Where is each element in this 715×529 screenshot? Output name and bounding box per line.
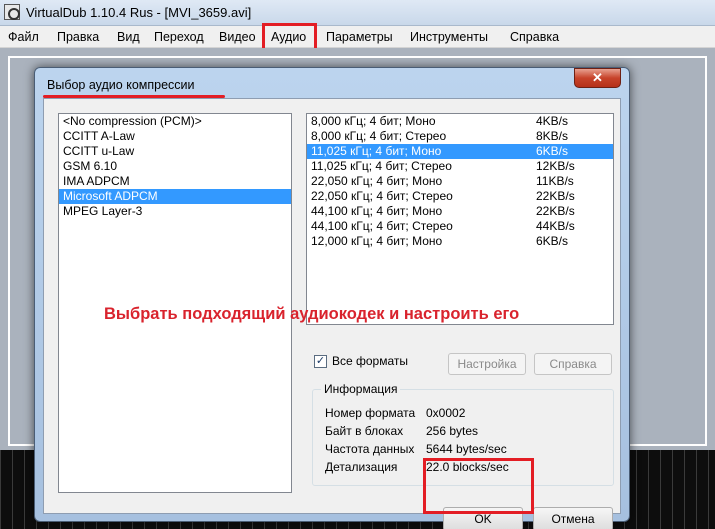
app-titlebar: VirtualDub 1.10.4 Rus - [MVI_3659.avi] bbox=[0, 0, 715, 26]
data-rate-value: 5644 bytes/sec bbox=[426, 442, 507, 456]
attribute-label: 11,025 кГц; 4 бит; Моно bbox=[311, 144, 442, 158]
configure-button[interactable]: Настройка bbox=[448, 353, 526, 375]
attribute-label: 12,000 кГц; 4 бит; Моно bbox=[311, 234, 443, 248]
dialog-title: Выбор аудио компрессии bbox=[47, 78, 195, 92]
attribute-list-item[interactable]: 8,000 кГц; 4 бит; Стерео 8KB/s bbox=[307, 129, 613, 144]
all-formats-label: Все форматы bbox=[332, 354, 409, 368]
attribute-list-item[interactable]: 11,025 кГц; 4 бит; Моно 6KB/s bbox=[307, 144, 613, 159]
attribute-list[interactable]: 8,000 кГц; 4 бит; Моно 4KB/s 8,000 кГц; 4 … bbox=[306, 113, 614, 325]
info-group-title: Информация bbox=[321, 382, 401, 396]
attribute-label: 44,100 кГц; 4 бит; Моно bbox=[311, 204, 443, 218]
attribute-rate: 8KB/s bbox=[536, 129, 569, 143]
data-rate-label: Частота данных bbox=[325, 442, 415, 456]
menu-bar: Файл Правка Вид Переход Видео Аудио Пара… bbox=[0, 26, 715, 48]
menu-file[interactable]: Файл bbox=[8, 30, 39, 44]
format-list-item[interactable]: CCITT A-Law bbox=[59, 129, 291, 144]
attribute-rate: 6KB/s bbox=[536, 234, 569, 248]
attribute-rate: 11KB/s bbox=[536, 174, 574, 188]
menu-go[interactable]: Переход bbox=[154, 30, 204, 44]
attribute-rate: 22KB/s bbox=[536, 204, 575, 218]
format-list-item[interactable]: Microsoft ADPCM bbox=[59, 189, 291, 204]
ok-button-highlight bbox=[423, 458, 534, 514]
menu-help[interactable]: Справка bbox=[510, 30, 559, 44]
format-list[interactable]: <No compression (PCM)> CCITT A-Law CCITT u… bbox=[58, 113, 292, 493]
menu-edit[interactable]: Правка bbox=[57, 30, 99, 44]
format-list-item[interactable]: CCITT u-Law bbox=[59, 144, 291, 159]
menu-tools[interactable]: Инструменты bbox=[410, 30, 488, 44]
granularity-label: Детализация bbox=[325, 460, 398, 474]
format-list-item[interactable]: IMA ADPCM bbox=[59, 174, 291, 189]
audio-compression-dialog: Выбор аудио компрессии ✕ <No compression… bbox=[34, 67, 630, 529]
attribute-label: 11,025 кГц; 4 бит; Стерео bbox=[311, 159, 452, 173]
all-formats-checkbox[interactable]: ✓ bbox=[314, 355, 327, 368]
format-number-value: 0x0002 bbox=[426, 406, 466, 420]
attribute-rate: 44KB/s bbox=[536, 219, 575, 233]
attribute-label: 44,100 кГц; 4 бит; Стерео bbox=[311, 219, 453, 233]
annotation-text: Выбрать подходящий аудиокодек и настроит… bbox=[104, 305, 520, 323]
app-title: VirtualDub 1.10.4 Rus - [MVI_3659.avi] bbox=[26, 5, 252, 20]
attribute-list-item[interactable]: 22,050 кГц; 4 бит; Моно 11KB/s bbox=[307, 174, 613, 189]
format-list-item[interactable]: GSM 6.10 bbox=[59, 159, 291, 174]
attribute-rate: 22KB/s bbox=[536, 189, 575, 203]
attribute-label: 22,050 кГц; 4 бит; Стерео bbox=[311, 189, 453, 203]
attribute-rate: 4KB/s bbox=[536, 114, 569, 128]
attribute-list-item[interactable]: 11,025 кГц; 4 бит; Стерео 12KB/s bbox=[307, 159, 613, 174]
attribute-list-item[interactable]: 8,000 кГц; 4 бит; Моно 4KB/s bbox=[307, 114, 613, 129]
menu-view[interactable]: Вид bbox=[117, 30, 140, 44]
attribute-list-item[interactable]: 22,050 кГц; 4 бит; Стерео 22KB/s bbox=[307, 189, 613, 204]
attribute-rate: 6KB/s bbox=[536, 144, 569, 158]
close-button[interactable]: ✕ bbox=[574, 68, 621, 88]
block-bytes-label: Байт в блоках bbox=[325, 424, 404, 438]
format-list-item[interactable]: MPEG Layer-3 bbox=[59, 204, 291, 219]
attribute-list-item[interactable]: 12,000 кГц; 4 бит; Моно 6KB/s bbox=[307, 234, 613, 249]
attribute-label: 8,000 кГц; 4 бит; Стерео bbox=[311, 129, 447, 143]
block-bytes-value: 256 bytes bbox=[426, 424, 479, 438]
menu-video[interactable]: Видео bbox=[219, 30, 256, 44]
dialog-body: <No compression (PCM)> CCITT A-Law CCITT u… bbox=[43, 98, 621, 529]
virtualdub-app-icon[interactable] bbox=[4, 4, 20, 20]
help-button[interactable]: Справка bbox=[534, 353, 612, 375]
format-list-item[interactable]: <No compression (PCM)> bbox=[59, 114, 291, 129]
attribute-rate: 12KB/s bbox=[536, 159, 575, 173]
attribute-list-item[interactable]: 44,100 кГц; 4 бит; Моно 22KB/s bbox=[307, 204, 613, 219]
cancel-button[interactable]: Отмена bbox=[533, 507, 613, 529]
menu-options[interactable]: Параметры bbox=[326, 30, 393, 44]
attribute-label: 22,050 кГц; 4 бит; Моно bbox=[311, 174, 443, 188]
attribute-list-item[interactable]: 44,100 кГц; 4 бит; Стерео 44KB/s bbox=[307, 219, 613, 234]
attribute-label: 8,000 кГц; 4 бит; Моно bbox=[311, 114, 436, 128]
format-number-label: Номер формата bbox=[325, 406, 416, 420]
